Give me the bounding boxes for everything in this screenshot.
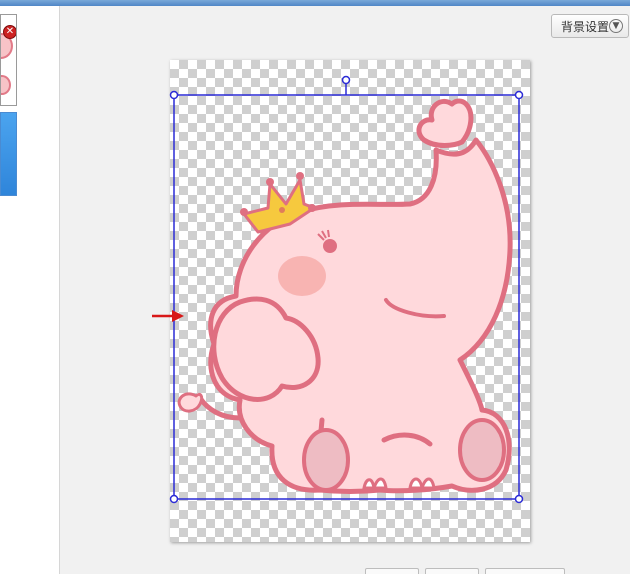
background-settings-label: 背景设置 xyxy=(561,19,610,34)
thumbnail-panel: ✕ xyxy=(0,6,60,574)
bottom-button-1[interactable] xyxy=(365,568,419,574)
bottom-button-3[interactable] xyxy=(485,568,565,574)
image-canvas[interactable] xyxy=(170,60,530,542)
thumbnail-selected[interactable] xyxy=(0,112,17,196)
close-icon[interactable]: ✕ xyxy=(3,25,16,39)
thumbnail-elephant[interactable]: ✕ xyxy=(0,14,17,106)
background-settings-button[interactable]: 背景设置 ▼ xyxy=(551,14,629,38)
thumbnail-image-part xyxy=(1,75,11,95)
chevron-down-icon: ▼ xyxy=(609,19,623,33)
bottom-button-2[interactable] xyxy=(425,568,479,574)
